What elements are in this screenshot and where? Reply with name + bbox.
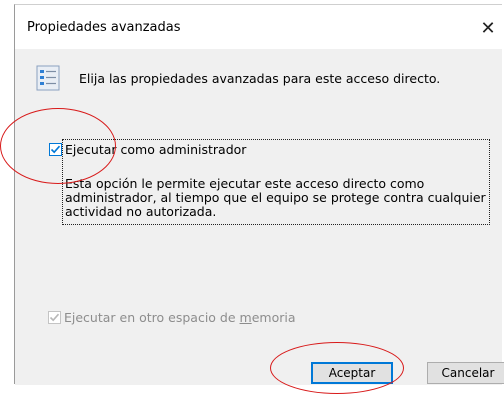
properties-list-icon [35,65,61,91]
separate-memory-label[interactable]: Ejecutar en otro espacio de memoria [64,310,296,325]
dialog-title: Propiedades avanzadas [27,20,181,35]
separate-memory-checkbox[interactable] [48,311,61,324]
close-icon[interactable]: ✕ [474,15,502,43]
ok-button[interactable]: Aceptar [311,362,393,384]
run-as-admin-description: Esta opción le permite ejecutar este acc… [65,176,486,219]
title-bar: Propiedades avanzadas ✕ [15,5,502,49]
header-instruction: Elija las propiedades avanzadas para est… [79,71,441,86]
cancel-button[interactable]: Cancelar [427,362,504,384]
separate-memory-label-part2: emoria [251,310,296,325]
checkmark-icon [50,145,61,154]
dialog-body: Elija las propiedades avanzadas para est… [15,49,504,385]
advanced-properties-dialog: Propiedades avanzadas ✕ Elija las propie… [14,4,504,385]
run-as-admin-label[interactable]: Ejecutar como administrador [65,142,246,157]
checkmark-icon [49,313,60,322]
separate-memory-mnemonic: m [239,310,252,325]
separate-memory-label-part1: Ejecutar en otro espacio de [64,310,240,325]
run-as-admin-checkbox[interactable] [49,143,62,156]
